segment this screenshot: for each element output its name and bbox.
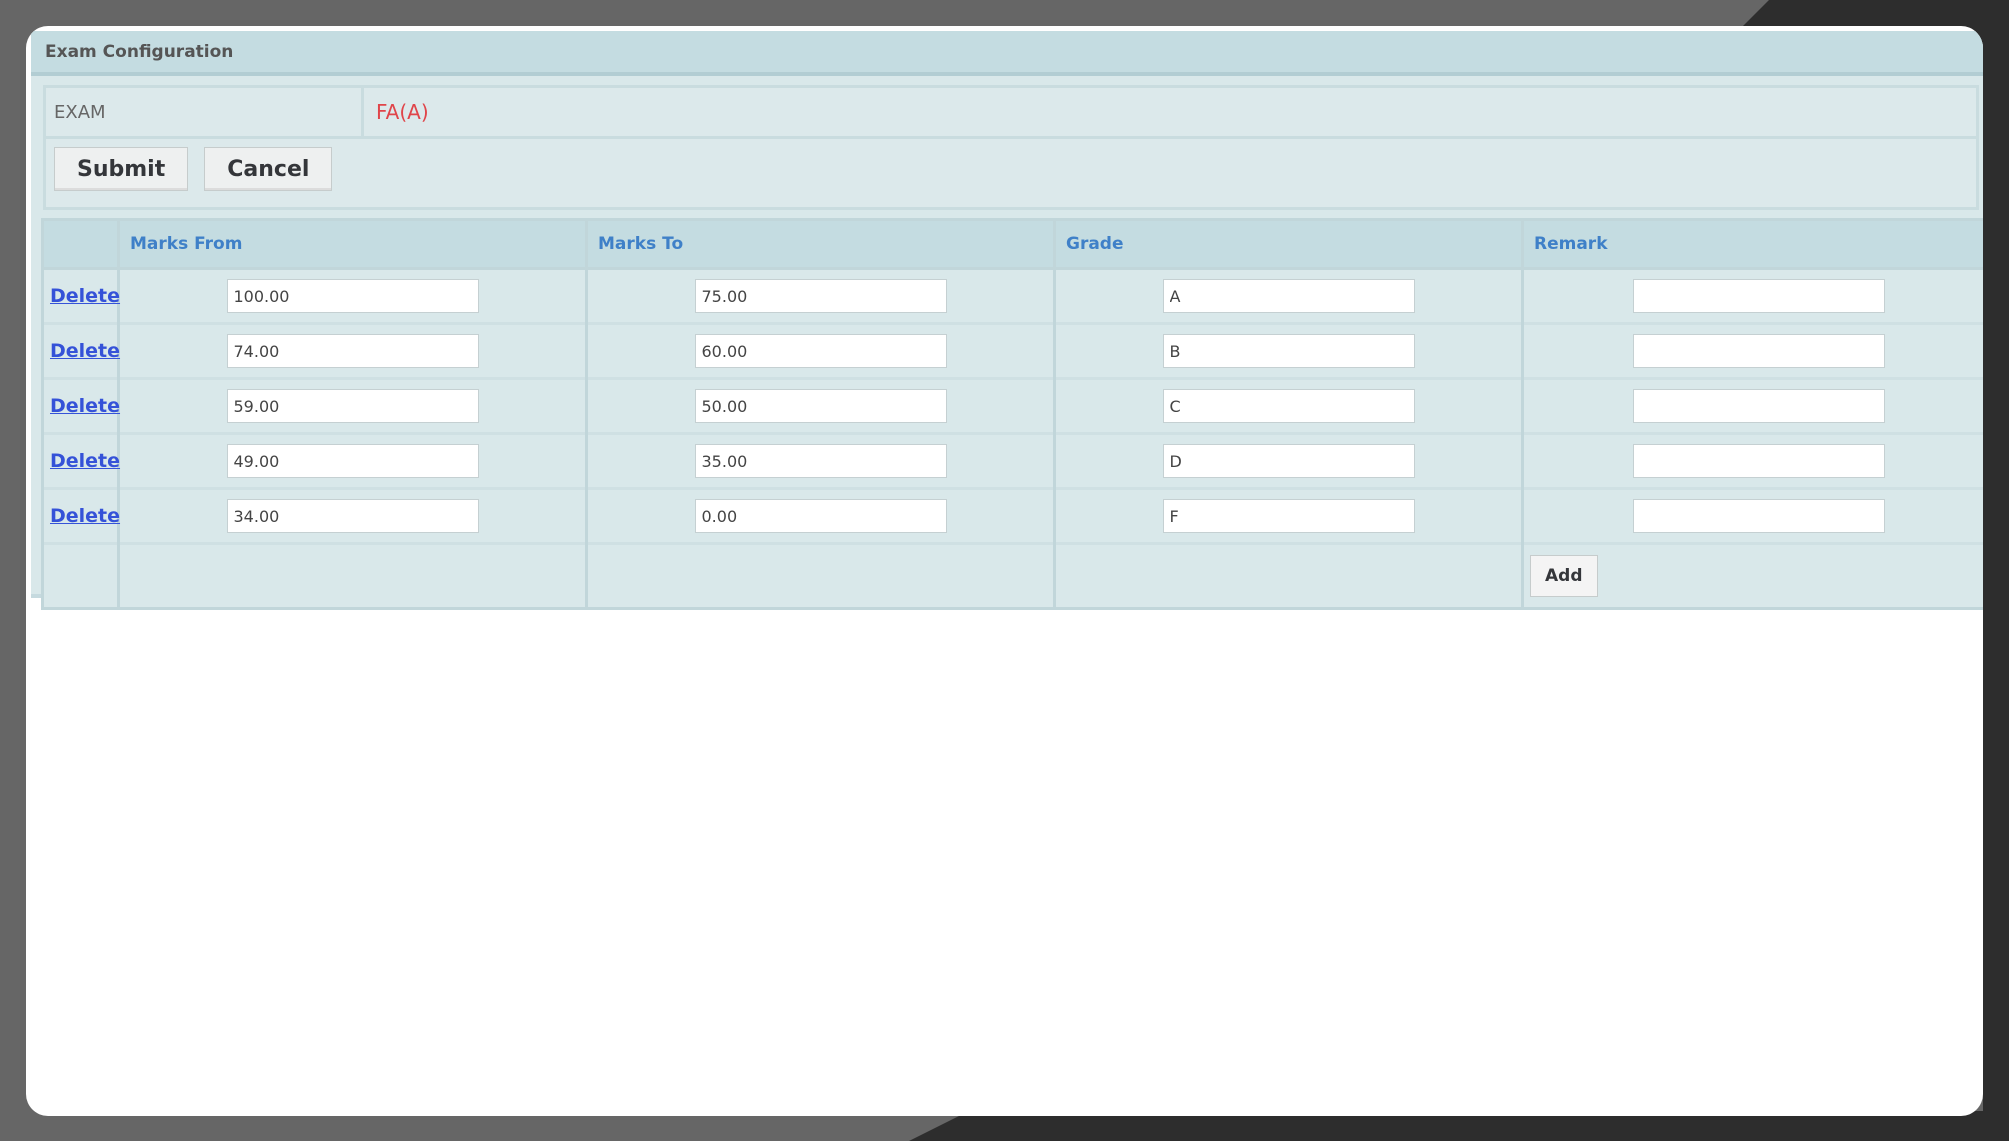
exam-row: EXAM FA(A) (46, 88, 1976, 139)
marks-from-input[interactable] (226, 334, 479, 368)
table-row: Delete (41, 322, 1983, 379)
marks-to-input[interactable] (694, 444, 947, 478)
remark-input[interactable] (1632, 334, 1885, 368)
delete-link[interactable]: Delete (50, 340, 120, 362)
frame-edge (1983, 0, 2009, 1141)
remark-input[interactable] (1632, 279, 1885, 313)
device-frame: Exam Configuration EXAM FA(A) Submit Can… (0, 0, 2009, 1141)
marks-to-input[interactable] (694, 334, 947, 368)
marks-from-input[interactable] (226, 279, 479, 313)
column-header-remark: Remark (1521, 218, 1983, 270)
panel-header: Exam Configuration (31, 31, 1983, 76)
cancel-button[interactable]: Cancel (204, 147, 333, 191)
table-row: Delete (41, 377, 1983, 434)
delete-link[interactable]: Delete (50, 395, 120, 417)
marks-from-input[interactable] (226, 499, 479, 533)
panel-title: Exam Configuration (45, 41, 234, 62)
column-header-marks-to: Marks To (585, 218, 1056, 270)
table-footer-row: Add (41, 542, 1983, 610)
remark-input[interactable] (1632, 389, 1885, 423)
grade-input[interactable] (1162, 499, 1415, 533)
exam-configuration-panel: Exam Configuration EXAM FA(A) Submit Can… (31, 31, 1983, 610)
table-header-row: Marks From Marks To Grade Remark (41, 218, 1983, 270)
marks-to-input[interactable] (694, 499, 947, 533)
delete-link[interactable]: Delete (50, 505, 120, 527)
column-header-grade: Grade (1053, 218, 1524, 270)
grade-input[interactable] (1162, 334, 1415, 368)
form-button-row: Submit Cancel (46, 139, 1976, 199)
add-row-button[interactable]: Add (1530, 555, 1598, 597)
column-header-marks-from: Marks From (117, 218, 588, 270)
grade-input[interactable] (1162, 444, 1415, 478)
screen: Exam Configuration EXAM FA(A) Submit Can… (26, 26, 1983, 1116)
column-header-action (41, 218, 120, 270)
table-row: Delete (41, 487, 1983, 544)
grade-table: Marks From Marks To Grade Remark Delete (41, 218, 1983, 610)
delete-link[interactable]: Delete (50, 285, 120, 307)
marks-from-input[interactable] (226, 444, 479, 478)
delete-link[interactable]: Delete (50, 450, 120, 472)
grade-input[interactable] (1162, 389, 1415, 423)
exam-form: EXAM FA(A) Submit Cancel (43, 85, 1979, 210)
marks-to-input[interactable] (694, 279, 947, 313)
exam-label: EXAM (46, 88, 364, 136)
marks-to-input[interactable] (694, 389, 947, 423)
exam-value: FA(A) (376, 100, 429, 124)
marks-from-input[interactable] (226, 389, 479, 423)
remark-input[interactable] (1632, 444, 1885, 478)
table-row: Delete (41, 267, 1983, 324)
remark-input[interactable] (1632, 499, 1885, 533)
submit-button[interactable]: Submit (54, 147, 189, 191)
grade-input[interactable] (1162, 279, 1415, 313)
table-row: Delete (41, 432, 1983, 489)
